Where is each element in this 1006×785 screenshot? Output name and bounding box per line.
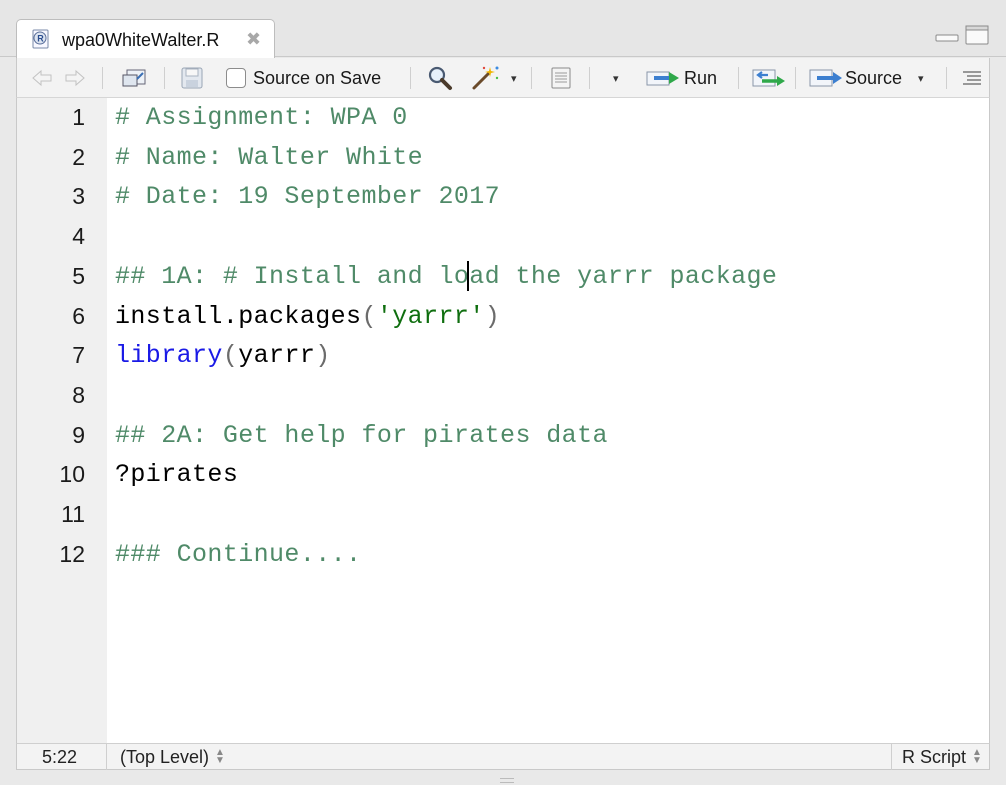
compile-report-icon[interactable] — [549, 58, 573, 98]
code-editor[interactable]: 1 # Assignment: WPA 0 2 # Name: Walter W… — [16, 98, 990, 743]
code-token-paren: ) — [315, 341, 331, 371]
up-down-chevron-icon: ▲ ▼ — [972, 747, 982, 766]
code-line: 11 — [17, 495, 989, 535]
forward-arrow-icon[interactable] — [62, 58, 86, 98]
code-token-paren: ) — [484, 301, 501, 331]
close-tab-icon[interactable]: ✖ — [246, 30, 261, 48]
code-line: 5 ## 1A: # Install and load the yarrr pa… — [17, 257, 989, 297]
show-in-window-icon[interactable] — [121, 58, 149, 98]
file-type-selector[interactable]: R Script ▲ ▼ — [902, 744, 982, 770]
toolbar-separator — [164, 67, 165, 89]
magic-wand-icon[interactable] — [471, 58, 501, 98]
toolbar-separator — [795, 67, 796, 89]
toolbar-separator — [589, 67, 590, 89]
r-file-icon: R — [31, 29, 51, 49]
scope-label: (Top Level) — [120, 746, 210, 767]
code-line: 3 # Date: 19 September 2017 — [17, 177, 989, 217]
code-line: 9 ## 2A: Get help for pirates data — [17, 416, 989, 456]
rerun-icon[interactable] — [752, 58, 786, 98]
source-on-save-checkbox[interactable] — [226, 68, 246, 88]
search-icon[interactable] — [427, 58, 453, 98]
code-text: library(yarrr) — [115, 341, 331, 370]
code-token-string: 'yarrr' — [376, 301, 485, 331]
pane-resize-grip-icon[interactable] — [500, 778, 514, 783]
code-text: ## 2A: Get help for pirates data — [115, 420, 608, 450]
line-number: 1 — [72, 104, 85, 130]
save-icon[interactable] — [180, 58, 204, 98]
file-type-label: R Script — [902, 746, 967, 767]
code-text: # Name: Walter White — [115, 142, 424, 172]
status-separator — [891, 744, 892, 770]
source-on-save-label: Source on Save — [253, 67, 382, 88]
svg-text:R: R — [37, 34, 44, 44]
code-line: 6 install.packages('yarrr') — [17, 297, 989, 337]
code-text: # Date: 19 September 2017 — [115, 182, 501, 212]
code-token-identifier: yarrr — [238, 341, 316, 371]
line-number: 3 — [72, 183, 85, 210]
outline-icon[interactable] — [961, 58, 983, 98]
toolbar-separator — [738, 67, 739, 89]
tab-bar: R wpa0WhiteWalter.R ✖ — [0, 0, 1006, 58]
line-number: 2 — [72, 143, 85, 170]
toolbar-separator — [946, 67, 947, 89]
line-number: 6 — [72, 302, 85, 329]
code-text: # Assignment: WPA 0 — [115, 103, 408, 132]
code-text: ### Continue.... — [115, 539, 362, 569]
editor-tab[interactable]: R wpa0WhiteWalter.R ✖ — [16, 19, 275, 58]
toolbar-separator — [102, 67, 103, 89]
code-line: 1 # Assignment: WPA 0 — [17, 98, 989, 138]
source-button[interactable]: Source ▾ — [809, 58, 924, 98]
status-bar: 5:22 (Top Level) ▲ ▼ R Script ▲ ▼ — [16, 743, 990, 770]
line-number: 10 — [59, 461, 85, 488]
line-number: 4 — [72, 223, 85, 250]
code-line: 2 # Name: Walter White — [17, 138, 989, 178]
chevron-down-icon[interactable]: ▾ — [511, 58, 517, 98]
code-line: 4 — [17, 217, 989, 257]
line-number: 7 — [72, 342, 85, 369]
run-button[interactable]: Run — [646, 58, 717, 98]
code-token-paren: ( — [361, 301, 377, 331]
cursor-position: 5:22 — [42, 746, 78, 767]
code-token-function: library — [115, 341, 223, 371]
chevron-down-icon[interactable]: ▾ — [613, 58, 619, 98]
status-separator — [106, 744, 107, 770]
line-number: 11 — [61, 501, 85, 527]
source-on-save-toggle[interactable]: Source on Save — [226, 58, 381, 98]
line-number: 12 — [59, 540, 85, 567]
source-label: Source — [845, 67, 903, 88]
line-number: 9 — [72, 421, 85, 448]
code-token-paren: ( — [222, 341, 239, 371]
code-line: 10 ?pirates — [17, 455, 989, 495]
code-text: ?pirates — [115, 460, 239, 490]
code-line: 12 ### Continue.... — [17, 535, 989, 575]
maximize-pane-icon[interactable] — [964, 24, 990, 46]
code-text: install.packages('yarrr') — [115, 302, 500, 331]
code-text: ## 1A: # Install and load the yarrr pack… — [115, 261, 778, 291]
code-token-function: install.packages — [115, 301, 362, 331]
tab-title: wpa0WhiteWalter.R — [62, 30, 220, 50]
editor-toolbar: Source on Save ▾ ▾ Run Source ▾ — [16, 58, 990, 98]
line-number: 5 — [72, 262, 85, 289]
code-line: 8 — [17, 376, 989, 416]
minimize-pane-icon[interactable] — [934, 24, 960, 44]
chevron-down-icon[interactable]: ▾ — [918, 72, 924, 85]
code-line: 7 library(yarrr) — [17, 336, 989, 376]
toolbar-separator — [531, 67, 532, 89]
up-down-chevron-icon: ▲ ▼ — [215, 747, 225, 766]
run-label: Run — [684, 67, 718, 88]
toolbar-separator — [410, 67, 411, 89]
text-cursor — [467, 261, 469, 291]
line-number: 8 — [72, 381, 85, 408]
back-arrow-icon[interactable] — [31, 58, 55, 98]
scope-selector[interactable]: (Top Level) ▲ ▼ — [120, 744, 225, 770]
